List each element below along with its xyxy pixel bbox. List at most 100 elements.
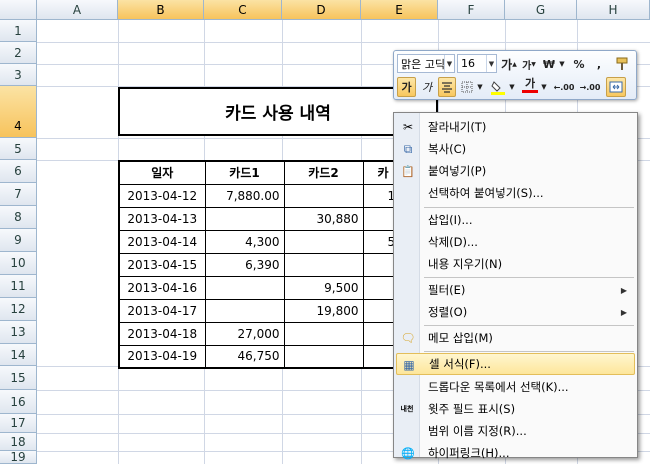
comma-button[interactable]: , — [590, 54, 608, 74]
menu-separator — [424, 207, 634, 208]
shrink-font-button[interactable]: 가 ▼ — [520, 54, 538, 74]
menu-item-label: 정렬(O) — [428, 305, 468, 319]
row-header-8[interactable]: 8 — [0, 206, 37, 229]
fill-color-dropdown[interactable]: ▼ — [508, 77, 516, 97]
card2-cell[interactable] — [283, 229, 364, 254]
font-color-dropdown[interactable]: ▼ — [540, 77, 548, 97]
row-header-2[interactable]: 2 — [0, 42, 37, 64]
menu-item-delete[interactable]: 삭제(D)... — [396, 231, 635, 253]
date-cell[interactable]: 2013-04-12 — [118, 183, 206, 208]
menu-item-label: 필터(E) — [428, 283, 466, 297]
date-cell[interactable]: 2013-04-18 — [118, 321, 206, 346]
card1-cell[interactable] — [204, 298, 285, 323]
menu-item-copy[interactable]: ⧉ 복사(C) — [396, 138, 635, 160]
card2-cell[interactable]: 19,800 — [283, 298, 364, 323]
card1-cell[interactable] — [204, 275, 285, 300]
header-cell-card1[interactable]: 카드1 — [204, 160, 285, 185]
shrink-font-icon: 가 — [522, 60, 532, 72]
row-header-11[interactable]: 11 — [0, 275, 37, 298]
format-painter-button[interactable] — [612, 54, 632, 74]
menu-item-filter[interactable]: 필터(E) ▶ — [396, 279, 635, 301]
menu-item-clear-contents[interactable]: 내용 지우기(N) — [396, 253, 635, 275]
row-header-15[interactable]: 15 — [0, 366, 37, 390]
center-align-button[interactable] — [438, 77, 456, 97]
sheet-title-cell[interactable]: 카드 사용 내역 — [118, 87, 438, 136]
menu-item-label: 셀 서식(F)... — [429, 357, 491, 371]
menu-item-hyperlink[interactable]: 🌐 하이퍼링크(H)... — [396, 442, 635, 464]
column-header-g[interactable]: G — [505, 0, 577, 20]
date-cell[interactable]: 2013-04-13 — [118, 206, 206, 231]
row-header-3[interactable]: 3 — [0, 64, 37, 86]
card1-cell[interactable]: 27,000 — [204, 321, 285, 346]
card2-cell[interactable] — [283, 252, 364, 277]
row-header-12[interactable]: 12 — [0, 298, 37, 321]
card1-cell[interactable]: 4,300 — [204, 229, 285, 254]
row-header-18[interactable]: 18 — [0, 433, 37, 451]
spreadsheet[interactable]: A B C D E F G H 1 2 3 4 5 6 7 8 9 10 11 … — [0, 0, 650, 464]
row-header-10[interactable]: 10 — [0, 252, 37, 275]
card2-cell[interactable] — [283, 344, 364, 369]
borders-dropdown[interactable]: ▼ — [476, 77, 484, 97]
card2-cell[interactable]: 30,880 — [283, 206, 364, 231]
menu-item-pick-from-dropdown[interactable]: 드롭다운 목록에서 선택(K)... — [396, 376, 635, 398]
column-header-b[interactable]: B — [118, 0, 204, 20]
italic-button[interactable]: 가 — [418, 77, 436, 97]
grow-font-button[interactable]: 가 ▲ — [500, 54, 518, 74]
header-cell-date[interactable]: 일자 — [118, 160, 206, 185]
currency-button[interactable]: ₩ — [540, 54, 558, 74]
bold-icon: 가 — [401, 81, 412, 94]
column-header-a[interactable]: A — [37, 0, 118, 20]
menu-item-show-phonetic[interactable]: 내천 윗주 필드 표시(S) — [396, 398, 635, 420]
merge-center-button[interactable] — [606, 77, 626, 97]
card2-cell[interactable] — [283, 183, 364, 208]
card2-cell[interactable] — [283, 321, 364, 346]
row-header-4[interactable]: 4 — [0, 86, 37, 138]
select-all-corner[interactable] — [0, 0, 37, 20]
row-header-14[interactable]: 14 — [0, 344, 37, 366]
row-header-6[interactable]: 6 — [0, 160, 37, 183]
row-header-19[interactable]: 19 — [0, 450, 37, 464]
font-size-select[interactable]: 16 ▼ — [457, 54, 497, 73]
decrease-decimal-button[interactable]: →.00 — [578, 77, 602, 97]
menu-item-sort[interactable]: 정렬(O) ▶ — [396, 301, 635, 323]
card2-cell[interactable]: 9,500 — [283, 275, 364, 300]
currency-dropdown[interactable]: ▼ — [558, 54, 566, 74]
date-cell[interactable]: 2013-04-14 — [118, 229, 206, 254]
column-header-f[interactable]: F — [438, 0, 505, 20]
header-cell-card2[interactable]: 카드2 — [283, 160, 364, 185]
menu-item-insert[interactable]: 삽입(I)... — [396, 209, 635, 231]
row-header-1[interactable]: 1 — [0, 20, 37, 42]
menu-item-define-name[interactable]: 범위 이름 지정(R)... — [396, 420, 635, 442]
percent-button[interactable]: % — [570, 54, 588, 74]
row-header-9[interactable]: 9 — [0, 229, 37, 252]
row-header-17[interactable]: 17 — [0, 414, 37, 433]
bold-button[interactable]: 가 — [397, 77, 416, 97]
menu-item-cut[interactable]: ✂ 잘라내기(T) — [396, 116, 635, 138]
row-header-16[interactable]: 16 — [0, 390, 37, 414]
increase-decimal-button[interactable]: ←.00 — [552, 77, 576, 97]
row-header-7[interactable]: 7 — [0, 183, 37, 206]
menu-item-insert-comment[interactable]: 🗨 메모 삽입(M) — [396, 327, 635, 349]
date-cell[interactable]: 2013-04-16 — [118, 275, 206, 300]
column-header-h[interactable]: H — [577, 0, 650, 20]
date-cell[interactable]: 2013-04-15 — [118, 252, 206, 277]
grow-font-icon: 가 — [501, 57, 513, 72]
card1-cell[interactable]: 6,390 — [204, 252, 285, 277]
row-header-13[interactable]: 13 — [0, 321, 37, 344]
font-name-select[interactable]: 맑은 고딕 ▼ — [397, 54, 455, 73]
card1-cell[interactable]: 46,750 — [204, 344, 285, 369]
date-cell[interactable]: 2013-04-19 — [118, 344, 206, 369]
borders-button[interactable] — [458, 77, 476, 97]
card1-cell[interactable] — [204, 206, 285, 231]
card1-cell[interactable]: 7,880.00 — [204, 183, 285, 208]
row-header-5[interactable]: 5 — [0, 138, 37, 160]
menu-item-paste[interactable]: 📋 붙여넣기(P) — [396, 160, 635, 182]
date-cell[interactable]: 2013-04-17 — [118, 298, 206, 323]
column-header-c[interactable]: C — [204, 0, 282, 20]
column-header-d[interactable]: D — [282, 0, 361, 20]
menu-item-format-cells[interactable]: ▦ 셀 서식(F)... — [396, 353, 635, 375]
menu-item-paste-special[interactable]: 선택하여 붙여넣기(S)... — [396, 182, 635, 204]
font-color-button[interactable]: 가 — [520, 75, 540, 95]
fill-color-button[interactable] — [488, 77, 508, 97]
column-header-e[interactable]: E — [361, 0, 438, 20]
